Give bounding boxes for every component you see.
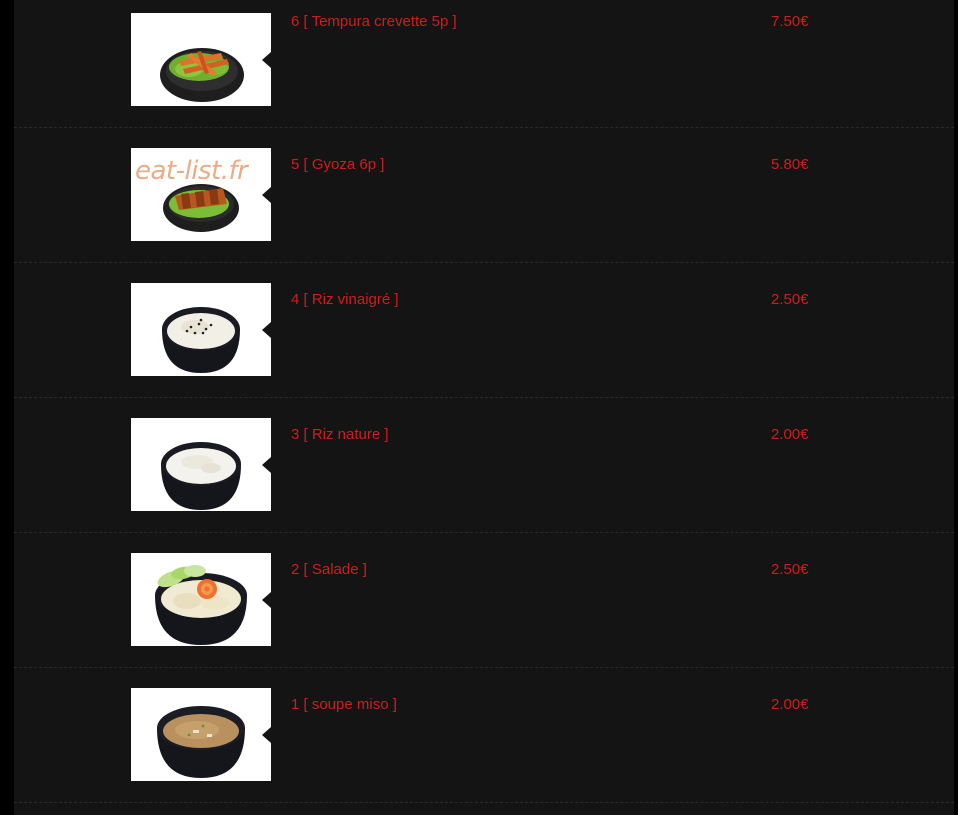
- item-price: 2.50€: [771, 561, 809, 578]
- menu-list: 6 [ Tempura crevette 5p ] 7.50€ eat-list…: [14, 0, 954, 803]
- salad-bowl-icon: [155, 565, 247, 645]
- plain-rice-image[interactable]: [131, 418, 271, 511]
- right-border: [954, 0, 958, 815]
- menu-item-riz-vinaigre[interactable]: 4 [ Riz vinaigré ] 2.50€: [14, 263, 954, 398]
- item-price: 2.00€: [771, 696, 809, 713]
- item-name[interactable]: 4 [ Riz vinaigré ]: [291, 291, 399, 309]
- thumb-pointer: [262, 322, 271, 338]
- menu-item-salade[interactable]: 2 [ Salade ] 2.50€: [14, 533, 954, 668]
- tempura-shrimp-image[interactable]: [131, 13, 271, 106]
- page: 6 [ Tempura crevette 5p ] 7.50€ eat-list…: [0, 0, 958, 815]
- item-name[interactable]: 2 [ Salade ]: [291, 561, 367, 579]
- menu-item-tempura[interactable]: 6 [ Tempura crevette 5p ] 7.50€: [14, 0, 954, 128]
- item-price: 2.00€: [771, 426, 809, 443]
- item-price: 5.80€: [771, 156, 809, 173]
- menu-item-soupe-miso[interactable]: 1 [ soupe miso ] 2.00€: [14, 668, 954, 803]
- item-name[interactable]: 6 [ Tempura crevette 5p ]: [291, 13, 457, 31]
- thumb-pointer: [262, 592, 271, 608]
- item-price: 2.50€: [771, 291, 809, 308]
- thumb-pointer: [262, 457, 271, 473]
- salad-image[interactable]: [131, 553, 271, 646]
- thumb-pointer: [262, 52, 271, 68]
- menu-item-gyoza[interactable]: eat-list.fr 5 [ Gyoza 6p ] 5.80€: [14, 128, 954, 263]
- menu-item-riz-nature[interactable]: 3 [ Riz nature ] 2.00€: [14, 398, 954, 533]
- thumb-pointer: [262, 727, 271, 743]
- watermark: eat-list.fr: [135, 156, 248, 186]
- tempura-plate-icon: [160, 48, 244, 102]
- gyoza-image[interactable]: eat-list.fr: [131, 148, 271, 241]
- item-price: 7.50€: [771, 13, 809, 30]
- item-name[interactable]: 5 [ Gyoza 6p ]: [291, 156, 384, 174]
- menu-panel: 6 [ Tempura crevette 5p ] 7.50€ eat-list…: [14, 0, 954, 815]
- miso-soup-image[interactable]: [131, 688, 271, 781]
- thumb-pointer: [262, 187, 271, 203]
- rice-bowl-icon: [161, 442, 241, 510]
- vinegared-rice-image[interactable]: [131, 283, 271, 376]
- rice-bowl-icon: [162, 307, 240, 373]
- item-name[interactable]: 3 [ Riz nature ]: [291, 426, 389, 444]
- miso-bowl-icon: [157, 706, 245, 778]
- left-border: [0, 0, 14, 815]
- item-name[interactable]: 1 [ soupe miso ]: [291, 696, 397, 714]
